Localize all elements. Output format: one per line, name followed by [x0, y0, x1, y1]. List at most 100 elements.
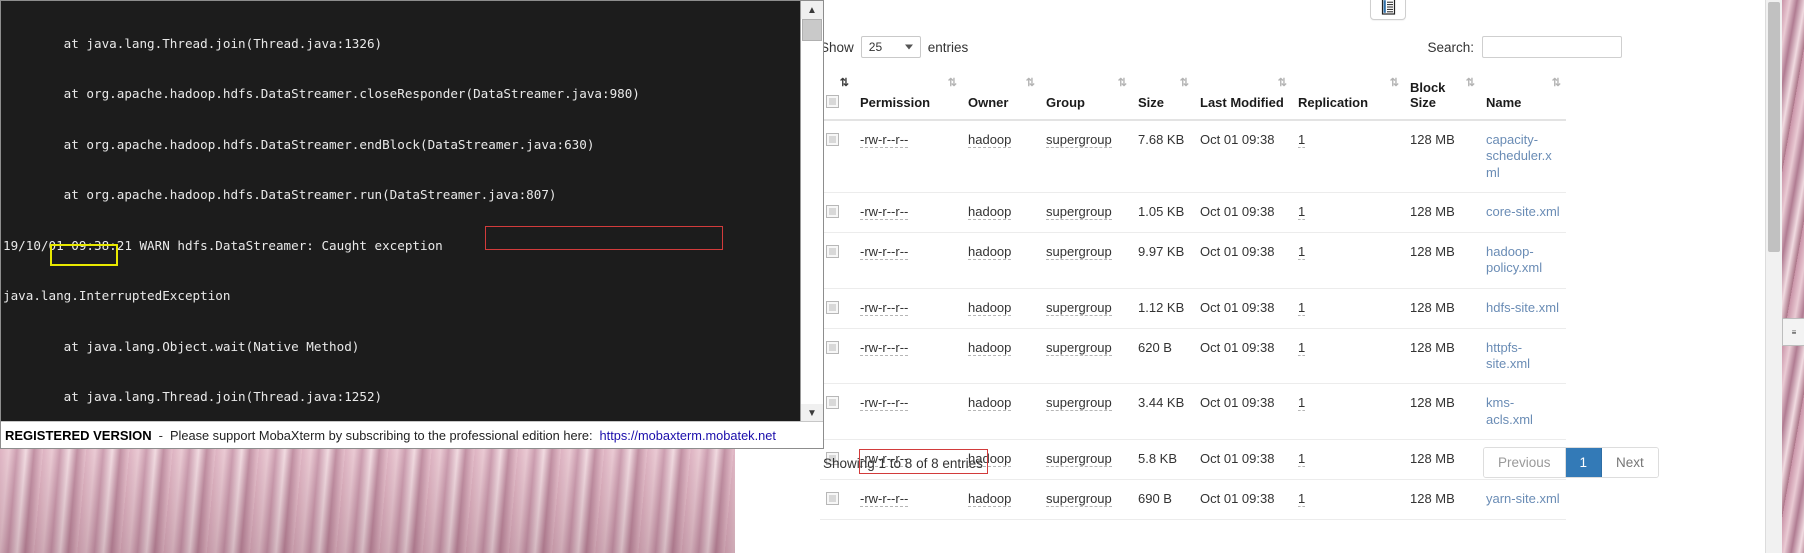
pagination-next[interactable]: Next	[1602, 448, 1658, 477]
mobaxterm-terminal-window[interactable]: at java.lang.Thread.join(Thread.java:132…	[0, 0, 824, 449]
cell-block-size: 128 MB	[1404, 383, 1480, 440]
modified-value: Oct 01 09:38	[1200, 203, 1275, 219]
cell-group: supergroup	[1040, 120, 1132, 193]
column-label-owner: Owner	[968, 95, 1009, 110]
cell-group: supergroup	[1040, 192, 1132, 234]
column-label-permission: Permission	[860, 95, 931, 110]
row-checkbox[interactable]	[826, 396, 839, 410]
size-value: 1.12 KB	[1138, 299, 1185, 315]
column-label-last-modified: Last Modified	[1200, 95, 1284, 110]
column-header-replication[interactable]: ⇅ Replication	[1292, 76, 1404, 121]
search-label: Search:	[1427, 39, 1474, 55]
table-row[interactable]: -rw-r--r-- hadoop supergroup 620 B Oct 01 09…	[820, 328, 1566, 385]
page-length-control[interactable]: Show 25 entries	[820, 36, 968, 58]
show-label: Show	[820, 39, 854, 55]
cell-group: supergroup	[1040, 383, 1132, 440]
cell-replication: 1	[1292, 192, 1404, 234]
row-checkbox[interactable]	[826, 340, 839, 354]
column-header-permission[interactable]: ⇅ Permission	[854, 76, 962, 121]
cell-size: 1.05 KB	[1132, 192, 1194, 234]
column-header-name[interactable]: ⇅ Name	[1480, 76, 1566, 121]
search-control: Search:	[1427, 36, 1622, 58]
terminal-scrollbar[interactable]: ▲ ▼	[800, 1, 823, 422]
cell-group: supergroup	[1040, 328, 1132, 385]
page-length-select[interactable]: 25	[860, 36, 921, 58]
table-row[interactable]: -rw-r--r-- hadoop supergroup 3.44 KB Oct 01 …	[820, 383, 1566, 440]
row-checkbox-cell[interactable]	[820, 232, 854, 289]
file-link[interactable]: hdfs-site.xml	[1486, 300, 1559, 315]
file-link[interactable]: capacity-scheduler.xml	[1486, 132, 1552, 180]
cell-name: core-site.xml	[1480, 192, 1566, 234]
sort-icon: ⇅	[1551, 77, 1561, 89]
cell-owner: hadoop	[962, 120, 1040, 193]
column-label-name: Name	[1486, 95, 1522, 110]
row-checkbox-cell[interactable]	[820, 383, 854, 440]
terminal-scrollbar-thumb[interactable]	[802, 19, 822, 41]
row-checkbox[interactable]	[826, 204, 839, 218]
pagination-page-1[interactable]: 1	[1565, 448, 1603, 477]
owner-value: hadoop	[968, 339, 1012, 356]
row-checkbox-cell[interactable]	[820, 288, 854, 329]
cell-replication: 1	[1292, 328, 1404, 385]
pagination-previous[interactable]: Previous	[1484, 448, 1566, 477]
row-checkbox-cell[interactable]	[820, 192, 854, 234]
cell-size: 620 B	[1132, 328, 1194, 385]
page-length-value: 25	[868, 40, 883, 54]
select-all-checkbox[interactable]	[826, 95, 839, 108]
modified-value: Oct 01 09:38	[1200, 244, 1275, 259]
file-link[interactable]: core-site.xml	[1486, 204, 1560, 219]
modified-value: Oct 01 09:38	[1200, 299, 1275, 315]
row-checkbox[interactable]	[826, 133, 839, 146]
table-row[interactable]: -rw-r--r-- hadoop supergroup 1.05 KB Oct 01 …	[820, 192, 1566, 234]
row-checkbox-cell[interactable]	[820, 328, 854, 385]
desktop-widget: ≡	[1782, 318, 1804, 346]
table-row[interactable]: -rw-r--r-- hadoop supergroup 7.68 KB Oct 01 …	[820, 120, 1566, 193]
status-dash: -	[158, 427, 163, 443]
scroll-down-icon[interactable]: ▼	[801, 404, 823, 422]
size-value: 1.05 KB	[1138, 203, 1185, 219]
row-checkbox-cell[interactable]	[820, 120, 854, 193]
file-link[interactable]: httpfs-site.xml	[1486, 340, 1530, 371]
cell-owner: hadoop	[962, 383, 1040, 440]
cell-block-size: 128 MB	[1404, 120, 1480, 193]
document-list-icon	[1381, 0, 1395, 15]
column-header-block-size[interactable]: ⇅ Block Size	[1404, 76, 1480, 121]
file-link[interactable]: hadoop-policy.xml	[1486, 244, 1542, 275]
group-value: supergroup	[1046, 339, 1112, 356]
cell-permission: -rw-r--r--	[854, 328, 962, 385]
column-header-last-modified[interactable]: ⇅ Last Modified	[1194, 76, 1292, 121]
row-checkbox[interactable]	[826, 300, 839, 314]
column-header-select-all[interactable]: ⇅	[820, 76, 854, 121]
scroll-up-icon[interactable]: ▲	[801, 1, 823, 19]
cell-name: httpfs-site.xml	[1480, 328, 1566, 385]
blocksize-value: 128 MB	[1410, 395, 1455, 411]
table-row[interactable]: -rw-r--r-- hadoop supergroup 1.12 KB Oct 01 …	[820, 288, 1566, 329]
terminal-output[interactable]: at java.lang.Thread.join(Thread.java:132…	[1, 1, 801, 422]
cell-block-size: 128 MB	[1404, 288, 1480, 329]
cell-size: 3.44 KB	[1132, 383, 1194, 440]
column-header-group[interactable]: ⇅ Group	[1040, 76, 1132, 121]
page-scrollbar-thumb[interactable]	[1768, 2, 1780, 252]
cell-name: hadoop-policy.xml	[1480, 232, 1566, 289]
modified-value: Oct 01 09:38	[1200, 132, 1275, 147]
sort-icon: ⇅	[1277, 77, 1287, 89]
blocksize-value: 128 MB	[1410, 132, 1455, 147]
cell-last-modified: Oct 01 09:38	[1194, 288, 1292, 329]
column-header-owner[interactable]: ⇅ Owner	[962, 76, 1040, 121]
document-list-icon-button[interactable]	[1370, 0, 1406, 20]
search-input[interactable]	[1482, 36, 1622, 58]
column-header-size[interactable]: ⇅ Size	[1132, 76, 1194, 121]
mobaxterm-status-bar: REGISTERED VERSION - Please support Moba…	[1, 421, 823, 448]
mobaxterm-link[interactable]: https://mobaxterm.mobatek.net	[600, 428, 776, 443]
permission-value: -rw-r--r--	[860, 203, 909, 220]
owner-value: hadoop	[968, 395, 1012, 412]
permission-value: -rw-r--r--	[860, 132, 909, 148]
cell-size: 9.97 KB	[1132, 232, 1194, 289]
terminal-line: at org.apache.hadoop.hdfs.DataStreamer.r…	[3, 187, 557, 203]
row-checkbox[interactable]	[826, 245, 839, 258]
cell-owner: hadoop	[962, 288, 1040, 329]
table-row[interactable]: -rw-r--r-- hadoop supergroup 9.97 KB Oct 01 …	[820, 232, 1566, 289]
page-scrollbar[interactable]	[1765, 0, 1782, 553]
file-link[interactable]: kms-acls.xml	[1486, 395, 1533, 426]
terminal-scrollbar-track[interactable]	[801, 19, 823, 404]
